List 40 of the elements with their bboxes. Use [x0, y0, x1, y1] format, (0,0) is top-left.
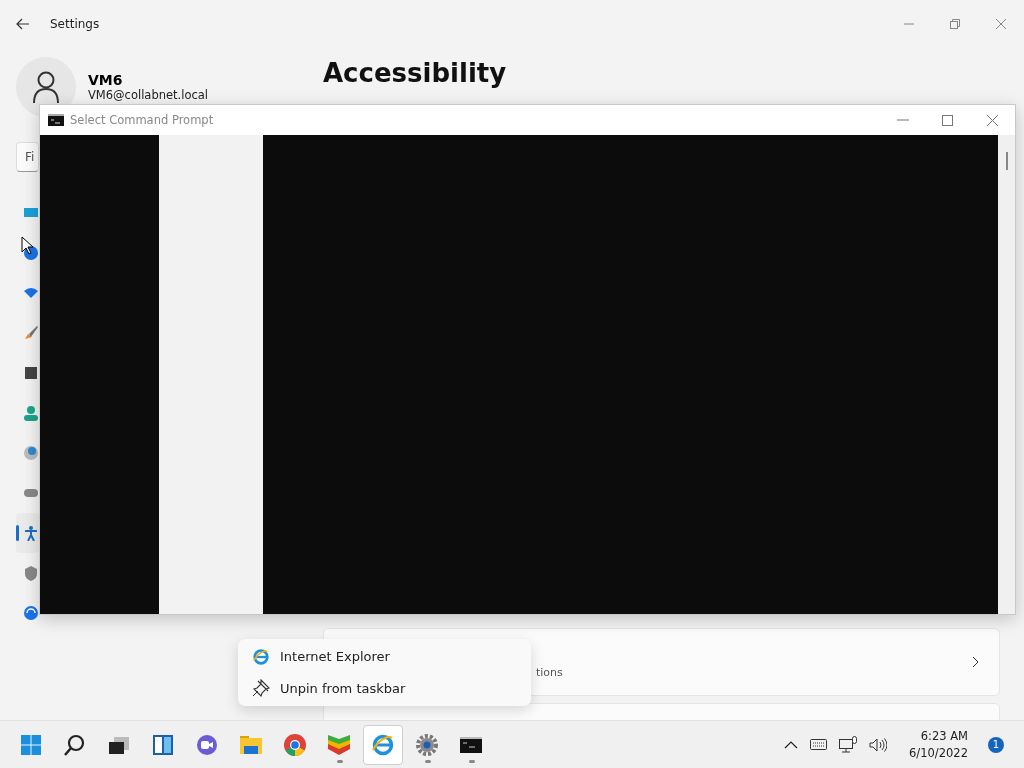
wifi-icon — [23, 285, 39, 301]
clock-time[interactable]: 6:23 AM — [920, 727, 968, 745]
settings-icon — [415, 732, 439, 757]
keyboard-icon[interactable] — [810, 739, 828, 750]
card-subtitle: tions — [536, 665, 563, 679]
search-icon — [63, 732, 87, 757]
chevron-up-icon[interactable] — [784, 740, 799, 749]
chat-icon — [195, 732, 219, 757]
layer-stack-icon — [327, 732, 351, 757]
shield-icon — [23, 565, 39, 581]
person-icon — [23, 405, 39, 421]
window-title: Settings — [50, 17, 100, 31]
network-icon[interactable] — [839, 736, 858, 753]
brush-icon — [23, 325, 39, 341]
scrollbar[interactable] — [998, 135, 1015, 614]
apps-icon — [23, 365, 39, 381]
accessibility-icon — [23, 525, 39, 541]
clock-date[interactable]: 6/10/2022 — [909, 744, 968, 762]
user-name: VM6 — [88, 72, 124, 88]
volume-icon[interactable] — [869, 737, 888, 752]
page-title: Accessibility — [323, 58, 508, 88]
search-field[interactable]: Fi — [16, 142, 39, 172]
mouse-cursor-icon — [21, 236, 33, 255]
chevron-icon — [972, 656, 979, 668]
user-email: VM6@collabnet.local — [88, 88, 209, 102]
terminal-icon — [48, 114, 64, 126]
window-title: Select Command Prompt — [70, 113, 214, 127]
widgets-icon — [151, 732, 175, 757]
restore-icon — [950, 19, 960, 29]
close-icon — [987, 114, 998, 126]
internet-explorer-icon — [252, 647, 270, 666]
internet-explorer-icon — [371, 732, 395, 757]
maximize-icon — [942, 114, 953, 126]
chrome-icon — [283, 732, 307, 757]
notification-badge[interactable]: 1 — [988, 736, 1004, 753]
clock-icon — [23, 445, 39, 461]
start-icon — [19, 732, 43, 757]
back-arrow-icon[interactable] — [16, 18, 30, 30]
close-icon — [996, 19, 1006, 29]
unpin-icon — [252, 679, 270, 698]
